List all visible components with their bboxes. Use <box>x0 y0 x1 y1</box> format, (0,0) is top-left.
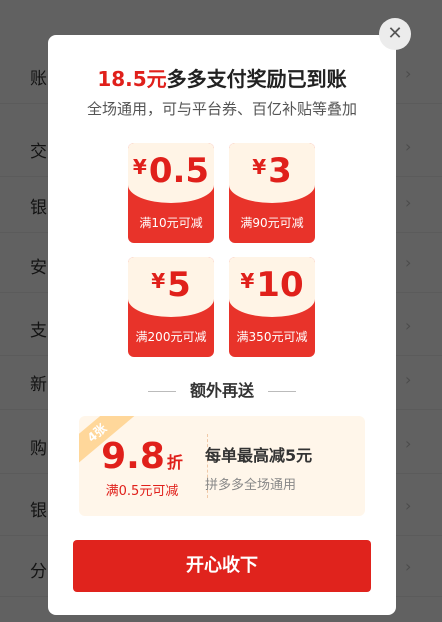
coupon-value: ¥10 <box>229 265 315 305</box>
currency-symbol: ¥ <box>240 269 255 293</box>
extra-heading: 额外再送 <box>48 377 396 401</box>
discount-sub-text: 拼多多全场通用 <box>205 478 297 493</box>
coupon-amount: 0.5 <box>148 151 210 191</box>
coupon-condition: 满350元可减 <box>236 330 308 344</box>
coupon-card: ¥5 满200元可减 <box>128 257 214 357</box>
reward-amount: 18.5元 <box>97 67 167 91</box>
discount-unit: 折 <box>166 453 183 472</box>
coupon-value: ¥3 <box>229 151 315 191</box>
coupon-condition: 满10元可减 <box>139 216 203 230</box>
discount-main-text: 每单最高减5元 <box>205 446 313 465</box>
coupon-amount: 3 <box>268 151 292 191</box>
discount-condition: 满0.5元可减 <box>105 484 179 499</box>
close-icon[interactable]: ✕ <box>379 18 411 50</box>
discount-value: 9.8 折 <box>79 436 205 477</box>
coupon-amount: 5 <box>167 265 191 305</box>
coupon-condition: 满90元可减 <box>240 216 304 230</box>
coupon-card: ¥0.5 满10元可减 <box>128 143 214 243</box>
currency-symbol: ¥ <box>132 155 147 179</box>
title-text: 多多支付奖励已到账 <box>166 67 347 91</box>
divider-line <box>268 391 296 392</box>
currency-symbol: ¥ <box>151 269 166 293</box>
coupon-amount: 10 <box>256 265 304 305</box>
coupon-value: ¥5 <box>128 265 214 305</box>
accept-button[interactable]: 开心收下 <box>73 540 371 592</box>
discount-coupon-card: 4张 9.8 折 满0.5元可减 每单最高减5元 拼多多全场通用 <box>79 416 365 516</box>
coupon-condition: 满200元可减 <box>135 330 207 344</box>
coupon-card: ¥10 满350元可减 <box>229 257 315 357</box>
extra-heading-text: 额外再送 <box>189 381 254 400</box>
dialog-title: 18.5元多多支付奖励已到账 <box>48 63 396 92</box>
currency-symbol: ¥ <box>252 155 267 179</box>
coupon-card: ¥3 满90元可减 <box>229 143 315 243</box>
reward-dialog: 18.5元多多支付奖励已到账 全场通用，可与平台券、百亿补贴等叠加 ¥0.5 满… <box>48 35 396 615</box>
discount-amount: 9.8 <box>101 436 165 477</box>
coupon-value: ¥0.5 <box>128 151 214 191</box>
divider-line <box>147 391 176 392</box>
dialog-subtitle: 全场通用，可与平台券、百亿补贴等叠加 <box>86 100 357 118</box>
